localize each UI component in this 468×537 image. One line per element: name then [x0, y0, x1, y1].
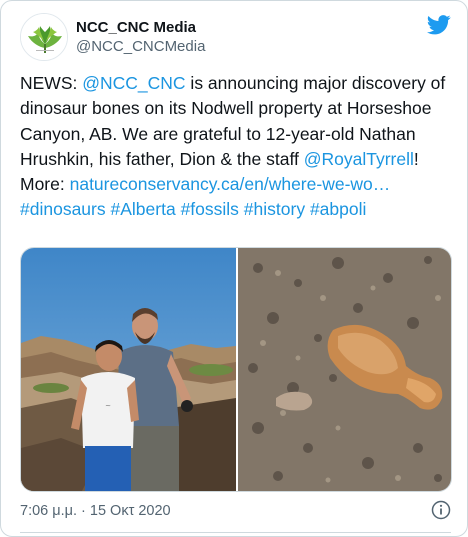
display-name[interactable]: NCC_CNC Media: [76, 18, 205, 37]
tweet-media: ~: [20, 247, 452, 492]
fossil-bones-photo[interactable]: [238, 248, 451, 491]
hashtag-link[interactable]: #history: [244, 199, 305, 219]
hashtag-link[interactable]: #abpoli: [310, 199, 366, 219]
url-link[interactable]: natureconservancy.ca/en/where-we-wo…: [70, 174, 391, 194]
tweet-header: NCC_CNC Media @NCC_CNCMedia: [20, 13, 451, 61]
tweet-timestamp[interactable]: 7:06 μ.μ. · 15 Οκτ 2020: [20, 501, 171, 521]
mention-link[interactable]: @NCC_CNC: [82, 73, 185, 93]
ncc-maple-leaf-logo-icon: [21, 14, 67, 60]
author-block[interactable]: NCC_CNC Media @NCC_CNCMedia: [76, 18, 205, 56]
boy-and-father-photo[interactable]: ~: [21, 248, 236, 491]
tweet-card: NCC_CNC Media @NCC_CNCMedia NEWS: @NCC_C…: [0, 0, 468, 537]
tweet-text-segment: NEWS:: [20, 73, 83, 93]
twitter-bird-icon[interactable]: [427, 15, 451, 35]
info-icon[interactable]: [431, 500, 451, 520]
fossil-bones-image: [238, 248, 451, 491]
hashtag-link[interactable]: #Alberta: [111, 199, 176, 219]
handle[interactable]: @NCC_CNCMedia: [76, 37, 205, 56]
boy-and-father-image: ~: [21, 248, 236, 491]
tweet-text: NEWS: @NCC_CNC is announcing major disco…: [20, 71, 452, 223]
svg-text:~: ~: [105, 402, 111, 410]
avatar[interactable]: [20, 13, 68, 61]
footer-divider: [20, 532, 451, 533]
hashtag-link[interactable]: #dinosaurs: [20, 199, 106, 219]
hashtag-link[interactable]: #fossils: [181, 199, 239, 219]
mention-link[interactable]: @RoyalTyrrell: [304, 149, 414, 169]
